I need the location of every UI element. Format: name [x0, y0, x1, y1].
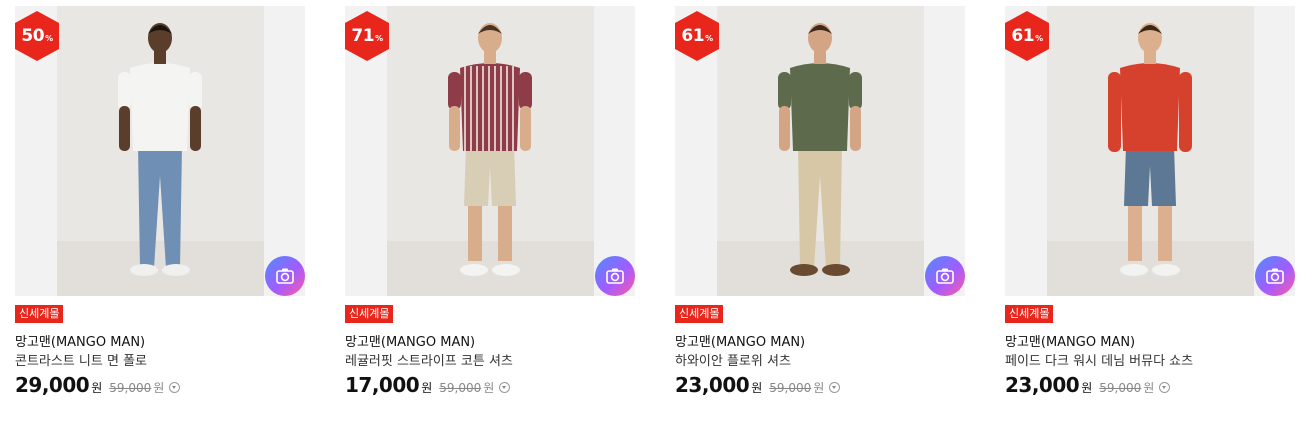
original-currency-unit: 원	[483, 381, 495, 395]
original-currency-unit: 원	[813, 381, 825, 395]
discount-badge: 71%	[345, 11, 389, 61]
currency-unit: 원	[1081, 381, 1093, 395]
product-card[interactable]: 50% 신세계몰 망고맨(MANGO MAN) 콘트라스트 니트 면 폴로 29…	[15, 6, 305, 426]
original-price: 59,000	[769, 381, 812, 395]
product-name[interactable]: 하와이안 플로위 셔츠	[675, 350, 791, 369]
product-photo[interactable]	[387, 6, 594, 296]
product-photo[interactable]	[1047, 6, 1254, 296]
mall-badge: 신세계몰	[675, 305, 724, 323]
currency-unit: 원	[751, 381, 763, 395]
currency-unit: 원	[421, 381, 433, 395]
product-name[interactable]: 페이드 다크 워시 데님 버뮤다 쇼츠	[1005, 350, 1193, 369]
brand-name[interactable]: 망고맨(MANGO MAN)	[345, 331, 475, 350]
discount-unit: %	[705, 34, 713, 43]
camera-search-button[interactable]	[1255, 256, 1295, 296]
camera-icon	[606, 268, 624, 284]
discount-value: 50	[21, 26, 45, 46]
mall-badge: 신세계몰	[1005, 305, 1054, 323]
product-photo[interactable]	[717, 6, 924, 296]
product-grid: 50% 신세계몰 망고맨(MANGO MAN) 콘트라스트 니트 면 폴로 29…	[15, 6, 1301, 426]
discount-unit: %	[1035, 34, 1043, 43]
price-row: 23,000 원 59,000 원	[675, 373, 841, 399]
discount-badge: 61%	[1005, 11, 1049, 61]
price-info-icon[interactable]	[499, 382, 511, 393]
camera-search-button[interactable]	[265, 256, 305, 296]
currency-unit: 원	[91, 381, 103, 395]
camera-icon	[1266, 268, 1284, 284]
product-thumbnail[interactable]: 71%	[345, 6, 635, 296]
product-thumbnail[interactable]: 50%	[15, 6, 305, 296]
camera-search-button[interactable]	[595, 256, 635, 296]
original-currency-unit: 원	[153, 381, 165, 395]
mall-badge: 신세계몰	[345, 305, 394, 323]
brand-name[interactable]: 망고맨(MANGO MAN)	[15, 331, 145, 350]
discount-badge: 50%	[15, 11, 59, 61]
brand-name[interactable]: 망고맨(MANGO MAN)	[1005, 331, 1135, 350]
price-info-icon[interactable]	[829, 382, 841, 393]
product-card[interactable]: 61% 신세계몰 망고맨(MANGO MAN) 페이드 다크 워시 데님 버뮤다…	[1005, 6, 1295, 426]
price-row: 29,000 원 59,000 원	[15, 373, 181, 399]
discount-value: 71	[351, 26, 375, 46]
camera-search-button[interactable]	[925, 256, 965, 296]
product-name[interactable]: 레귤러핏 스트라이프 코튼 셔츠	[345, 350, 513, 369]
price-info-icon[interactable]	[169, 382, 181, 393]
sale-price: 23,000	[1005, 373, 1080, 397]
sale-price: 17,000	[345, 373, 420, 397]
original-currency-unit: 원	[1143, 381, 1155, 395]
product-name[interactable]: 콘트라스트 니트 면 폴로	[15, 350, 147, 369]
product-thumbnail[interactable]: 61%	[1005, 6, 1295, 296]
original-price: 59,000	[439, 381, 482, 395]
brand-name[interactable]: 망고맨(MANGO MAN)	[675, 331, 805, 350]
mall-badge: 신세계몰	[15, 305, 64, 323]
original-price: 59,000	[109, 381, 152, 395]
sale-price: 29,000	[15, 373, 90, 397]
camera-icon	[276, 268, 294, 284]
discount-value: 61	[681, 26, 705, 46]
product-card[interactable]: 61% 신세계몰 망고맨(MANGO MAN) 하와이안 플로위 셔츠 23,0…	[675, 6, 965, 426]
price-row: 17,000 원 59,000 원	[345, 373, 511, 399]
product-photo[interactable]	[57, 6, 264, 296]
sale-price: 23,000	[675, 373, 750, 397]
price-info-icon[interactable]	[1159, 382, 1171, 393]
discount-value: 61	[1011, 26, 1035, 46]
product-thumbnail[interactable]: 61%	[675, 6, 965, 296]
product-card[interactable]: 71% 신세계몰 망고맨(MANGO MAN) 레귤러핏 스트라이프 코튼 셔츠…	[345, 6, 635, 426]
discount-badge: 61%	[675, 11, 719, 61]
discount-unit: %	[375, 34, 383, 43]
original-price: 59,000	[1099, 381, 1142, 395]
discount-unit: %	[45, 34, 53, 43]
camera-icon	[936, 268, 954, 284]
price-row: 23,000 원 59,000 원	[1005, 373, 1171, 399]
